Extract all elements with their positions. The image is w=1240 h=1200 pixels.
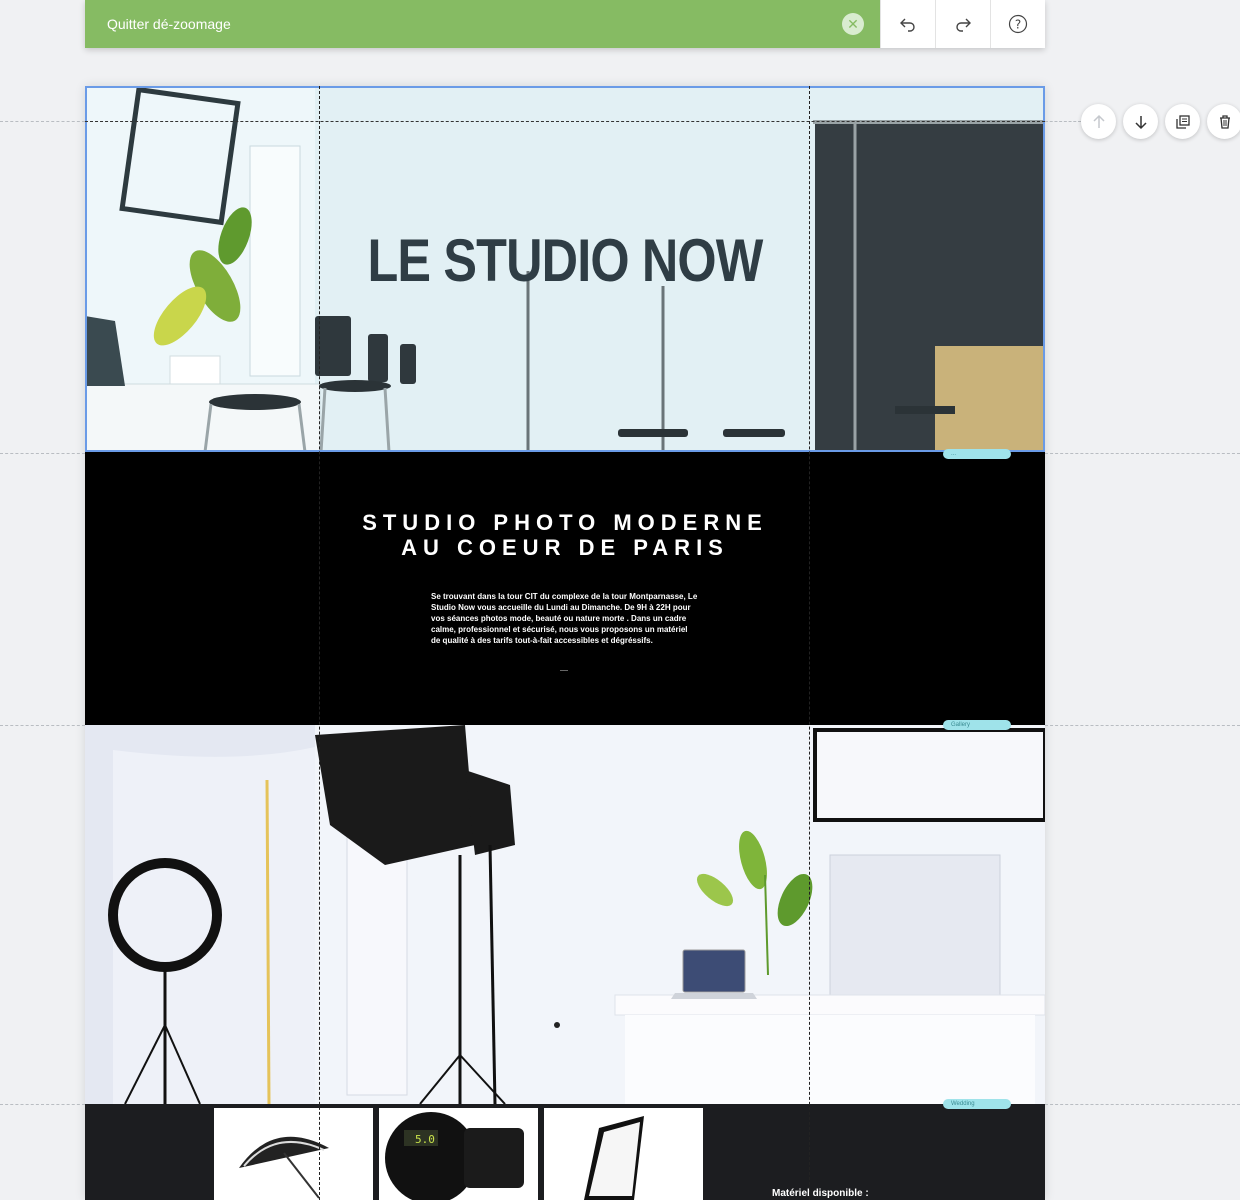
studio-photo bbox=[85, 725, 1045, 1104]
flash-head-image: 5.0 bbox=[379, 1108, 538, 1200]
equipment-card-softbox[interactable] bbox=[544, 1108, 703, 1200]
equipment-section[interactable]: 5.0 Matériel disponible : bbox=[85, 1104, 1045, 1200]
guide-horizontal bbox=[1045, 453, 1240, 454]
duplicate-icon bbox=[1175, 114, 1190, 129]
guide-horizontal bbox=[0, 725, 85, 726]
guide-horizontal bbox=[0, 1104, 85, 1105]
umbrella-image bbox=[214, 1108, 373, 1200]
softbox-image bbox=[544, 1108, 703, 1200]
guide-horizontal bbox=[1045, 725, 1240, 726]
flash-display-value: 5.0 bbox=[415, 1133, 435, 1146]
section-tag-gallery[interactable]: Gallery bbox=[943, 720, 1011, 730]
intro-paragraph: Se trouvant dans la tour CIT du complexe… bbox=[431, 592, 698, 645]
help-button[interactable]: ? bbox=[990, 0, 1045, 48]
redo-icon bbox=[956, 18, 971, 32]
move-down-button[interactable] bbox=[1123, 104, 1158, 139]
guide-horizontal bbox=[1045, 121, 1081, 122]
arrow-up-icon bbox=[1092, 114, 1105, 128]
close-icon[interactable]: ✕ bbox=[842, 13, 864, 35]
section-tag[interactable]: ... bbox=[943, 449, 1011, 459]
equipment-card-umbrella[interactable] bbox=[214, 1108, 373, 1200]
trash-icon bbox=[1219, 114, 1230, 129]
guide-horizontal bbox=[0, 453, 85, 454]
intro-title-line2: AU COEUR DE PARIS bbox=[401, 535, 729, 560]
site-canvas: LE STUDIO NOW STUDIO PHOTO MODERNE AU CO… bbox=[85, 86, 1045, 1200]
intro-title: STUDIO PHOTO MODERNE AU COEUR DE PARIS bbox=[85, 510, 1045, 560]
hero-section[interactable]: LE STUDIO NOW bbox=[85, 86, 1045, 452]
equipment-label: Matériel disponible : bbox=[772, 1188, 869, 1199]
guide-horizontal bbox=[85, 121, 1045, 122]
intro-title-line1: STUDIO PHOTO MODERNE bbox=[362, 510, 768, 535]
guide-vertical bbox=[319, 86, 320, 1200]
redo-button[interactable] bbox=[935, 0, 990, 48]
svg-text:?: ? bbox=[1015, 18, 1021, 32]
undo-icon bbox=[900, 18, 915, 32]
move-up-button[interactable] bbox=[1081, 104, 1116, 139]
duplicate-button[interactable] bbox=[1165, 104, 1200, 139]
section-actions bbox=[1081, 104, 1240, 139]
section-tag-wedding[interactable]: Wedding bbox=[943, 1099, 1011, 1109]
hero-selection-outline bbox=[85, 86, 1045, 452]
help-icon: ? bbox=[1008, 14, 1028, 34]
slideshow-dot[interactable] bbox=[554, 1022, 560, 1028]
gallery-section[interactable] bbox=[85, 725, 1045, 1104]
guide-horizontal bbox=[1045, 1104, 1240, 1105]
divider bbox=[560, 670, 568, 671]
undo-button[interactable] bbox=[880, 0, 935, 48]
guide-horizontal bbox=[0, 121, 85, 122]
zoom-toolbar: Quitter dé-zoomage ✕ ? bbox=[85, 0, 1045, 48]
intro-section[interactable]: STUDIO PHOTO MODERNE AU COEUR DE PARIS S… bbox=[85, 452, 1045, 725]
delete-button[interactable] bbox=[1207, 104, 1240, 139]
exit-zoom-bar[interactable]: Quitter dé-zoomage ✕ bbox=[85, 0, 880, 48]
guide-vertical bbox=[809, 86, 810, 1200]
exit-zoom-label: Quitter dé-zoomage bbox=[107, 16, 231, 32]
equipment-card-flash[interactable]: 5.0 bbox=[379, 1108, 538, 1200]
arrow-down-icon bbox=[1134, 115, 1147, 129]
